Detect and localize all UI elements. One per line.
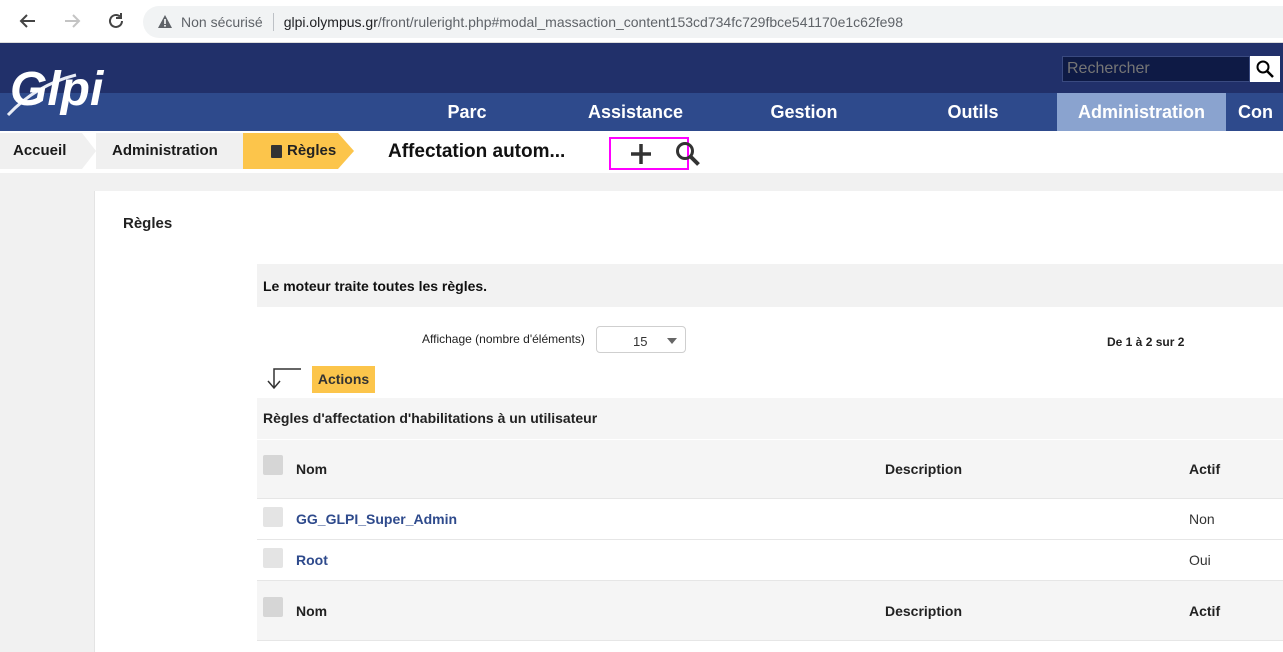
menu-outils[interactable]: Outils (920, 93, 1026, 131)
column-name[interactable]: Nom (296, 461, 327, 477)
table-footer-row: Nom Description Actif (257, 581, 1283, 641)
column-active[interactable]: Actif (1189, 603, 1220, 619)
insecure-label: Non sécurisé (181, 14, 263, 30)
menu-assistance[interactable]: Assistance (570, 93, 701, 131)
chevron-down-icon (667, 338, 677, 344)
display-count-value: 15 (633, 334, 648, 349)
menu-administration[interactable]: Administration (1057, 93, 1226, 131)
glpi-logo[interactable]: Glpi (6, 55, 121, 123)
rule-active: Non (1189, 511, 1215, 527)
browser-toolbar: Non sécurisé glpi.olympus.gr/front/ruler… (0, 0, 1283, 43)
search-button[interactable] (1250, 56, 1280, 82)
address-bar[interactable]: Non sécurisé glpi.olympus.gr/front/ruler… (143, 6, 1283, 38)
turn-arrow-icon (267, 368, 301, 390)
menu-config[interactable]: Con (1238, 93, 1283, 131)
table-caption: Règles d'affectation d'habilitations à u… (263, 410, 598, 426)
arrow-right-icon (65, 14, 81, 28)
column-name[interactable]: Nom (296, 603, 327, 619)
engine-text: Le moteur traite toutes les règles. (263, 278, 488, 294)
search-input[interactable] (1062, 56, 1250, 82)
page-title: Affectation autom... (388, 141, 566, 162)
section-title: Règles (123, 215, 173, 232)
actions-button[interactable]: Actions (312, 366, 375, 393)
breadcrumb-rules-label: Règles (287, 142, 337, 159)
menu-parc[interactable]: Parc (414, 93, 520, 131)
reload-button[interactable] (103, 8, 129, 34)
url-path: /front/ruleright.php#modal_massaction_co… (377, 14, 903, 30)
table-row: GG_GLPI_Super_Admin Non (257, 499, 1283, 540)
arrow-left-icon (19, 14, 35, 28)
rule-name-link[interactable]: Root (296, 552, 328, 568)
row-checkbox[interactable] (263, 548, 283, 568)
add-icon[interactable] (629, 142, 653, 166)
search-rules-icon[interactable] (675, 141, 701, 167)
book-icon (271, 145, 282, 158)
menu-gestion[interactable]: Gestion (748, 93, 860, 131)
reload-icon (109, 13, 123, 28)
display-count-label: Affichage (nombre d'éléments) (422, 332, 585, 346)
display-count-select[interactable]: 15 (596, 326, 686, 353)
back-button[interactable] (15, 8, 41, 34)
breadcrumb-rules[interactable]: Règles (243, 133, 338, 169)
breadcrumb-separator (82, 133, 96, 169)
logo-text: Glpi (10, 63, 105, 116)
url-host: glpi.olympus.gr (283, 14, 378, 30)
select-all-checkbox[interactable] (263, 455, 283, 475)
address-divider (272, 13, 274, 31)
table-row: Root Oui (257, 540, 1283, 581)
rule-name-link[interactable]: GG_GLPI_Super_Admin (296, 511, 457, 527)
row-checkbox[interactable] (263, 507, 283, 527)
search-icon (1256, 60, 1274, 78)
breadcrumb-separator (338, 133, 354, 169)
forward-button[interactable] (59, 8, 85, 34)
table-header-row: Nom Description Actif (257, 440, 1283, 499)
rule-active: Oui (1189, 552, 1211, 568)
breadcrumb-home[interactable]: Accueil (0, 133, 82, 169)
column-active[interactable]: Actif (1189, 461, 1220, 477)
warning-icon (158, 15, 172, 28)
column-description[interactable]: Description (885, 603, 962, 619)
pager-text: De 1 à 2 sur 2 (1107, 335, 1185, 349)
select-all-checkbox[interactable] (263, 597, 283, 617)
column-description[interactable]: Description (885, 461, 962, 477)
breadcrumb-administration[interactable]: Administration (96, 133, 243, 169)
